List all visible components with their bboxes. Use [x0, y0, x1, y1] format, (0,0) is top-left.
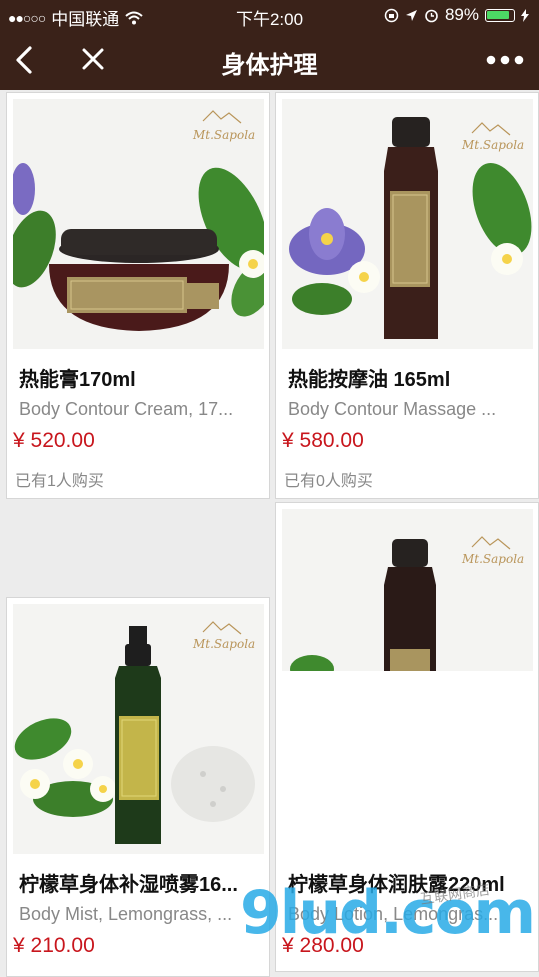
- battery-percent: 89%: [444, 5, 479, 24]
- status-bar: ●●○○○ 中国联通 下午2:00 89%: [0, 0, 539, 30]
- product-name[interactable]: 热能膏170ml: [19, 363, 259, 392]
- location-icon: [405, 9, 417, 21]
- product-price: ¥ 580.00: [282, 429, 364, 452]
- rotation-lock-icon: [384, 8, 399, 22]
- watermark: 9lud.com: [240, 878, 536, 948]
- brand-logo-text: Mt.Sapola: [192, 637, 255, 651]
- product-image[interactable]: Mt.Sapola: [282, 99, 533, 349]
- nav-bar: 身体护理: [0, 30, 539, 90]
- product-card[interactable]: Mt.Sapola 热能按摩油 165ml Body Contour Massa…: [275, 92, 539, 499]
- product-photo: Mt.Sapola: [282, 99, 533, 349]
- sold-count: 已有1人购买: [15, 473, 104, 490]
- product-photo: Mt.Sapola: [13, 99, 264, 349]
- product-name[interactable]: 热能按摩油 165ml: [288, 363, 528, 392]
- alarm-icon: [425, 9, 438, 22]
- brand-logo-text: Mt.Sapola: [192, 128, 255, 142]
- product-photo: Mt.Sapola: [282, 509, 533, 671]
- product-subtitle: Body Contour Cream, 17...: [19, 399, 234, 419]
- battery-icon: [485, 8, 515, 22]
- product-card[interactable]: Mt.Sapola 热能膏170ml Body Contour Cream, 1…: [6, 92, 270, 499]
- product-name[interactable]: 柠檬草身体补湿喷雾16...: [19, 868, 259, 897]
- product-image[interactable]: Mt.Sapola: [13, 604, 264, 854]
- product-price: ¥ 210.00: [13, 934, 95, 957]
- product-image[interactable]: Mt.Sapola: [282, 509, 533, 671]
- page-title: 身体护理: [221, 52, 318, 79]
- charging-icon: [521, 8, 529, 22]
- brand-logo-text: Mt.Sapola: [461, 552, 524, 566]
- sold-count: 已有0人购买: [284, 473, 373, 490]
- product-subtitle: Body Contour Massage ...: [288, 399, 497, 419]
- product-price: ¥ 520.00: [13, 429, 95, 452]
- product-card[interactable]: Mt.Sapola 柠檬草身体补湿喷雾16... Body Mist, Lemo…: [6, 597, 270, 977]
- product-image[interactable]: Mt.Sapola: [13, 99, 264, 349]
- more-dots-icon[interactable]: [485, 52, 525, 68]
- product-photo: Mt.Sapola: [13, 604, 264, 854]
- status-right: 89%: [384, 5, 529, 25]
- watermark-text: 9lud.com: [240, 878, 536, 948]
- product-subtitle: Body Mist, Lemongrass, ...: [19, 904, 233, 924]
- brand-logo-text: Mt.Sapola: [461, 138, 524, 152]
